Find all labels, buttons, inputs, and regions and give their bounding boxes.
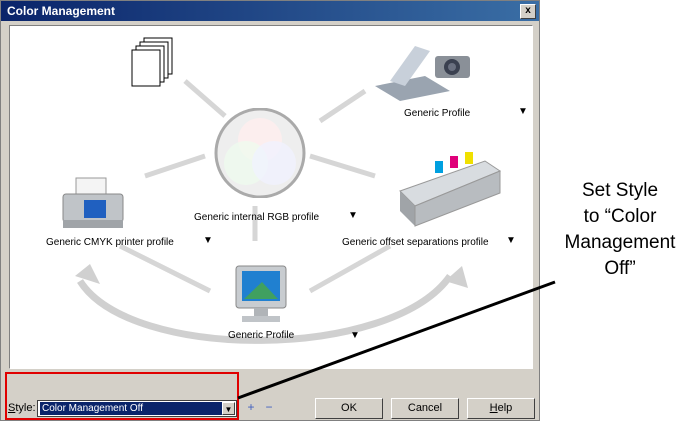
annotation-text: Set Style to “Color Management Off” <box>564 180 676 279</box>
